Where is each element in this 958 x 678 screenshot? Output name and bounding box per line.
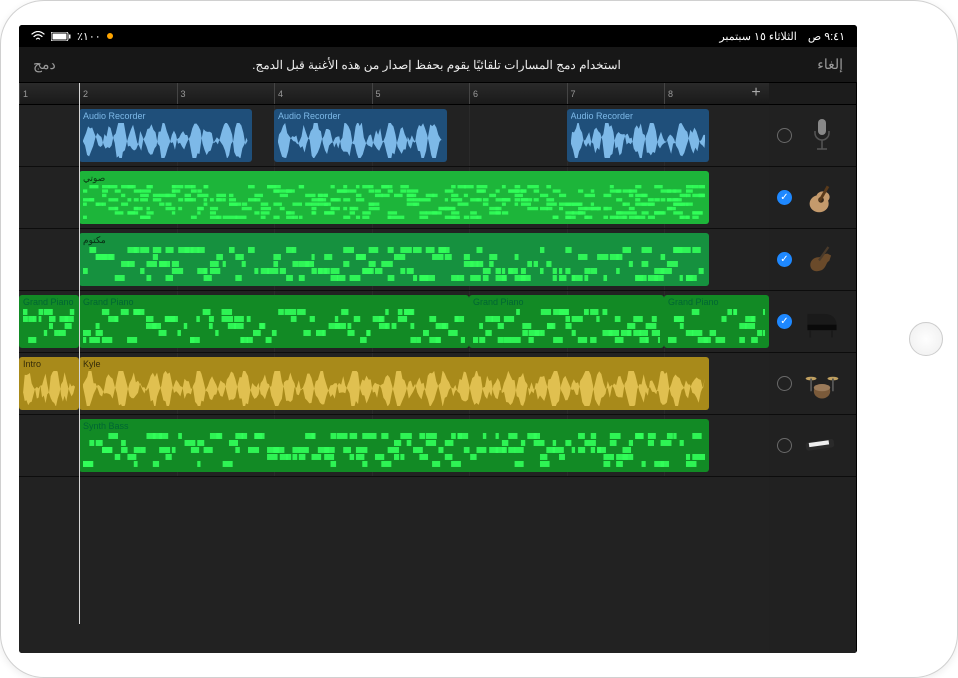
region-label: Grand Piano xyxy=(83,297,465,307)
ruler[interactable]: 1 2 3 4 5 6 7 8 + xyxy=(19,83,769,105)
merge-message: استخدام دمج المسارات تلقائيًا يقوم بحفظ … xyxy=(252,58,621,72)
lane-piano[interactable]: Grand Piano Grand Piano Grand Piano Grand P… xyxy=(19,291,769,353)
status-bar: ٩:٤١ ص الثلاثاء ١٥ سبتمبر ١٠٠٪ xyxy=(19,25,857,47)
keytar-icon xyxy=(802,426,842,466)
ruler-mark: 2 xyxy=(79,83,88,104)
lane-drums[interactable]: Intro Kyle xyxy=(19,353,769,415)
track-head-synth-bass[interactable] xyxy=(769,415,856,477)
acoustic-guitar-icon xyxy=(802,178,842,218)
region[interactable]: Grand Piano xyxy=(79,295,469,348)
ruler-mark: 1 xyxy=(19,83,28,104)
region[interactable]: صوتي xyxy=(79,171,709,224)
track-select-checkbox[interactable] xyxy=(777,252,792,267)
status-date: الثلاثاء ١٥ سبتمبر xyxy=(719,30,796,43)
track-select-checkbox[interactable] xyxy=(777,190,792,205)
track-select-checkbox[interactable] xyxy=(777,314,792,329)
app-screen: ٩:٤١ ص الثلاثاء ١٥ سبتمبر ١٠٠٪ إلغاء است… xyxy=(19,25,857,653)
track-headers xyxy=(769,83,857,653)
status-battery: ١٠٠٪ xyxy=(77,30,101,43)
battery-icon xyxy=(51,32,71,41)
region-label: Grand Piano xyxy=(668,297,765,307)
ipad-frame: ٩:٤١ ص الثلاثاء ١٥ سبتمبر ١٠٠٪ إلغاء است… xyxy=(0,0,958,678)
region-label: Audio Recorder xyxy=(571,111,706,121)
playhead[interactable] xyxy=(79,83,80,624)
lane-audio-recorder[interactable]: Audio Recorder Audio Recorder Audio Record… xyxy=(19,105,769,167)
region[interactable]: Audio Recorder xyxy=(274,109,447,162)
lane-synth-bass[interactable]: Synth Bass xyxy=(19,415,769,477)
track-select-checkbox[interactable] xyxy=(777,376,792,391)
region[interactable]: Audio Recorder xyxy=(567,109,710,162)
ruler-mark: 8 xyxy=(664,83,673,104)
tracks-area: 12345678 + Audio RecorderAudio RecorderA… xyxy=(19,83,857,653)
ruler-mark: 6 xyxy=(469,83,478,104)
ruler-mark: 3 xyxy=(177,83,186,104)
region-label: Grand Piano xyxy=(23,297,75,307)
bass-guitar-icon xyxy=(802,240,842,280)
region[interactable]: Synth Bass xyxy=(79,419,709,472)
region[interactable]: Audio Recorder xyxy=(79,109,252,162)
ruler-mark: 5 xyxy=(372,83,381,104)
recording-indicator-icon xyxy=(107,33,113,39)
ruler-mark: 7 xyxy=(567,83,576,104)
region[interactable]: Kyle xyxy=(79,357,709,410)
region[interactable]: Grand Piano xyxy=(19,295,79,348)
cancel-button[interactable]: إلغاء xyxy=(817,56,843,73)
wifi-icon xyxy=(31,31,45,41)
add-section-button[interactable]: + xyxy=(747,84,765,102)
region-label: Audio Recorder xyxy=(83,111,248,121)
microphone-icon xyxy=(802,116,842,156)
region-label: Synth Bass xyxy=(83,421,705,431)
ruler-mark: 4 xyxy=(274,83,283,104)
track-head-piano[interactable] xyxy=(769,291,856,353)
region-label: Intro xyxy=(23,359,75,369)
drum-kit-icon xyxy=(802,364,842,404)
lane-bass[interactable]: مكتوم xyxy=(19,229,769,291)
track-head-acoustic-guitar[interactable] xyxy=(769,167,856,229)
region-label: Grand Piano xyxy=(473,297,660,307)
region[interactable]: مكتوم xyxy=(79,233,709,286)
grand-piano-icon xyxy=(802,302,842,342)
track-head-drums[interactable] xyxy=(769,353,856,415)
lane-acoustic-guitar[interactable]: صوتي xyxy=(19,167,769,229)
track-head-bass[interactable] xyxy=(769,229,856,291)
region-label: Kyle xyxy=(83,359,705,369)
region-label: Audio Recorder xyxy=(278,111,443,121)
track-select-checkbox[interactable] xyxy=(777,438,792,453)
region-label: صوتي xyxy=(83,173,705,184)
region[interactable]: Grand Piano xyxy=(664,295,769,348)
status-time: ٩:٤١ ص xyxy=(808,30,845,43)
region[interactable]: Grand Piano xyxy=(469,295,664,348)
region[interactable]: Intro xyxy=(19,357,79,410)
merge-toolbar: إلغاء استخدام دمج المسارات تلقائيًا يقوم… xyxy=(19,47,857,83)
arrangement-lanes[interactable]: 12345678 + Audio RecorderAudio RecorderA… xyxy=(19,83,769,653)
track-head-audio-recorder[interactable] xyxy=(769,105,856,167)
region-label: مكتوم xyxy=(83,235,705,246)
track-select-checkbox[interactable] xyxy=(777,128,792,143)
home-button[interactable] xyxy=(909,322,943,356)
merge-button[interactable]: دمج xyxy=(33,56,56,73)
